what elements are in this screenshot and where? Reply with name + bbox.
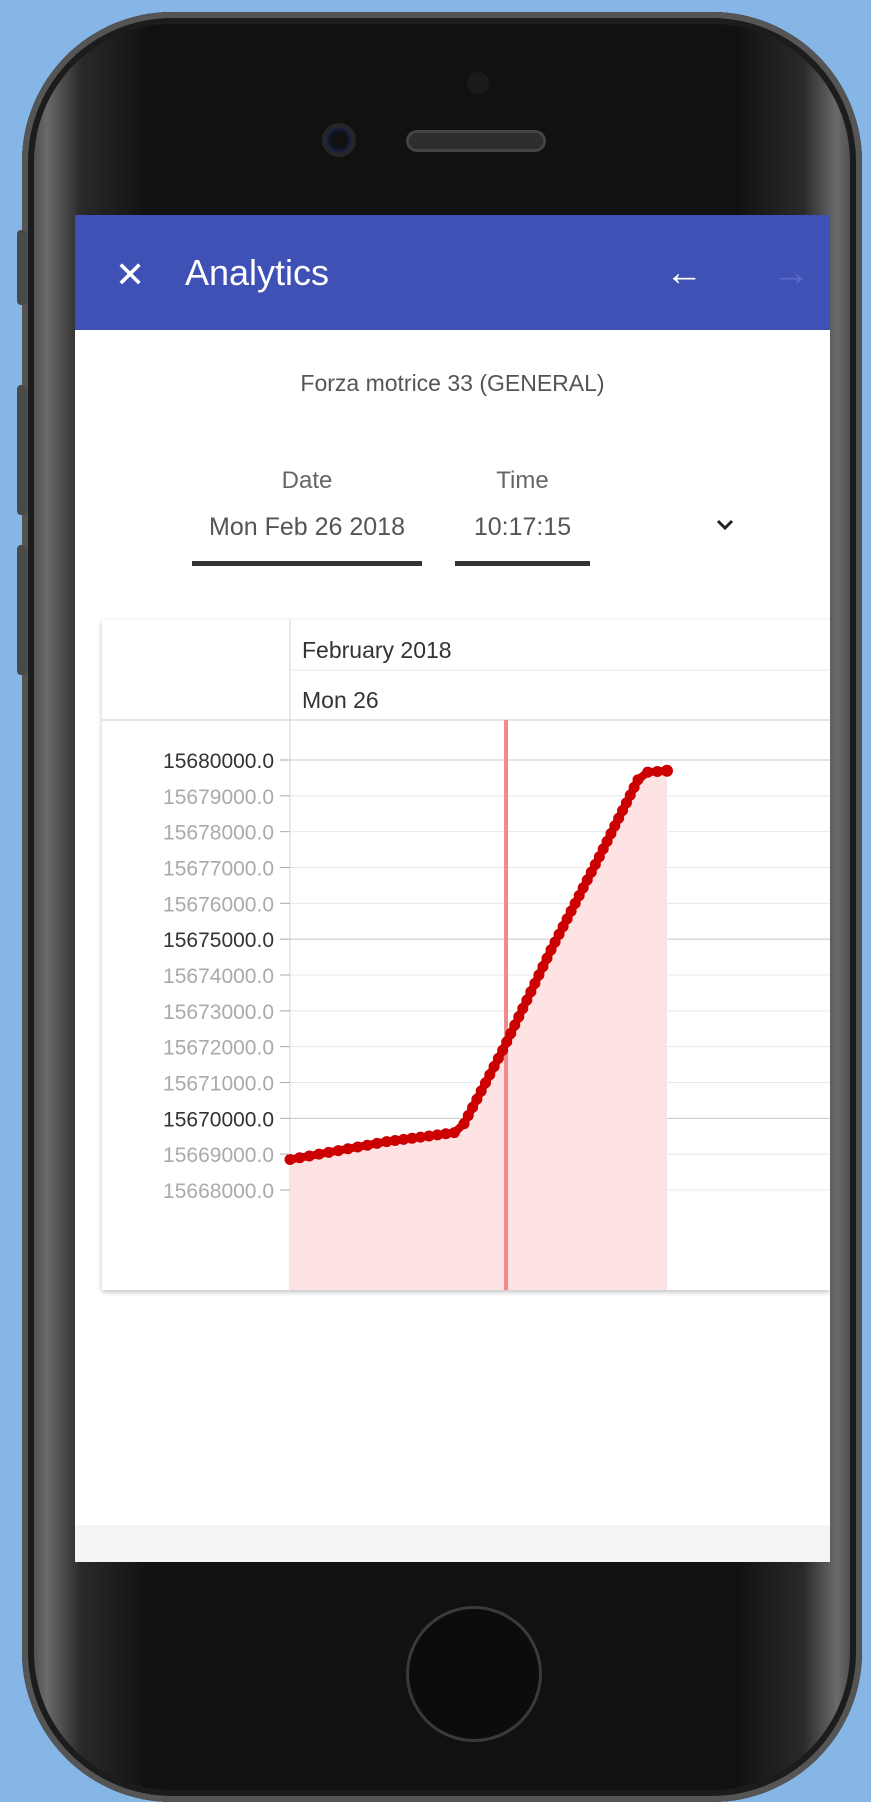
data-point [294, 1152, 306, 1164]
time-field[interactable]: 10:17:15 [455, 513, 590, 542]
chart-card: February 2018 Mon 26 15680000.0 15679000.… [102, 620, 830, 1290]
app-bar: ✕ Analytics ← → [75, 215, 830, 330]
earpiece-speaker [406, 130, 546, 152]
y-tick-label: 15669000.0 [163, 1144, 274, 1167]
data-point [323, 1146, 335, 1158]
data-point [313, 1148, 325, 1160]
mute-switch [17, 230, 27, 305]
close-icon[interactable]: ✕ [115, 257, 145, 293]
data-point [448, 1127, 460, 1139]
data-point [332, 1145, 344, 1157]
home-button[interactable] [406, 1606, 542, 1742]
y-tick-label: 15676000.0 [163, 893, 274, 916]
y-tick-label: 15680000.0 [163, 750, 274, 773]
y-tick-label: 15672000.0 [163, 1037, 274, 1060]
y-tick-label: 15670000.0 [163, 1108, 274, 1131]
y-tick-label: 15673000.0 [163, 1001, 274, 1024]
data-point [342, 1143, 354, 1155]
analytics-chart[interactable]: February 2018 Mon 26 15680000.0 15679000.… [102, 620, 830, 1290]
y-tick-label: 15677000.0 [163, 858, 274, 881]
date-field[interactable]: Mon Feb 26 2018 [192, 513, 422, 542]
data-point [642, 766, 654, 778]
time-underline [455, 561, 590, 566]
time-label: Time [496, 467, 549, 494]
data-point [352, 1141, 364, 1153]
bottom-strip [75, 1525, 830, 1562]
data-point [371, 1137, 383, 1149]
front-camera [326, 127, 352, 153]
arrow-back-icon[interactable]: ← [665, 253, 703, 293]
device-name: Forza motrice 33 (GENERAL) [300, 370, 605, 396]
sensor-dot [467, 72, 489, 94]
date-underline [192, 561, 422, 566]
arrow-forward-icon[interactable]: → [772, 253, 810, 293]
y-tick-label: 15675000.0 [163, 929, 274, 952]
chevron-down-icon[interactable] [715, 515, 735, 535]
volume-up-button [17, 385, 27, 515]
data-point [361, 1139, 373, 1151]
volume-down-button [17, 545, 27, 675]
y-tick-label: 15674000.0 [163, 965, 274, 988]
y-tick-label: 15678000.0 [163, 822, 274, 845]
y-tick-label: 15668000.0 [163, 1180, 274, 1203]
app-screen: ✕ Analytics ← → Forza motrice 33 (GENERA… [75, 215, 830, 1562]
data-point [284, 1154, 296, 1166]
data-point [303, 1150, 315, 1162]
date-label: Date [281, 467, 333, 494]
series-area [290, 770, 667, 1290]
y-tick-label: 15679000.0 [163, 786, 274, 809]
chart-header-month: February 2018 [302, 637, 452, 663]
chart-header-day: Mon 26 [302, 687, 379, 713]
data-point [632, 774, 644, 786]
page-title: Analytics [185, 252, 330, 293]
y-tick-label: 15671000.0 [163, 1073, 274, 1096]
data-point [661, 764, 673, 777]
